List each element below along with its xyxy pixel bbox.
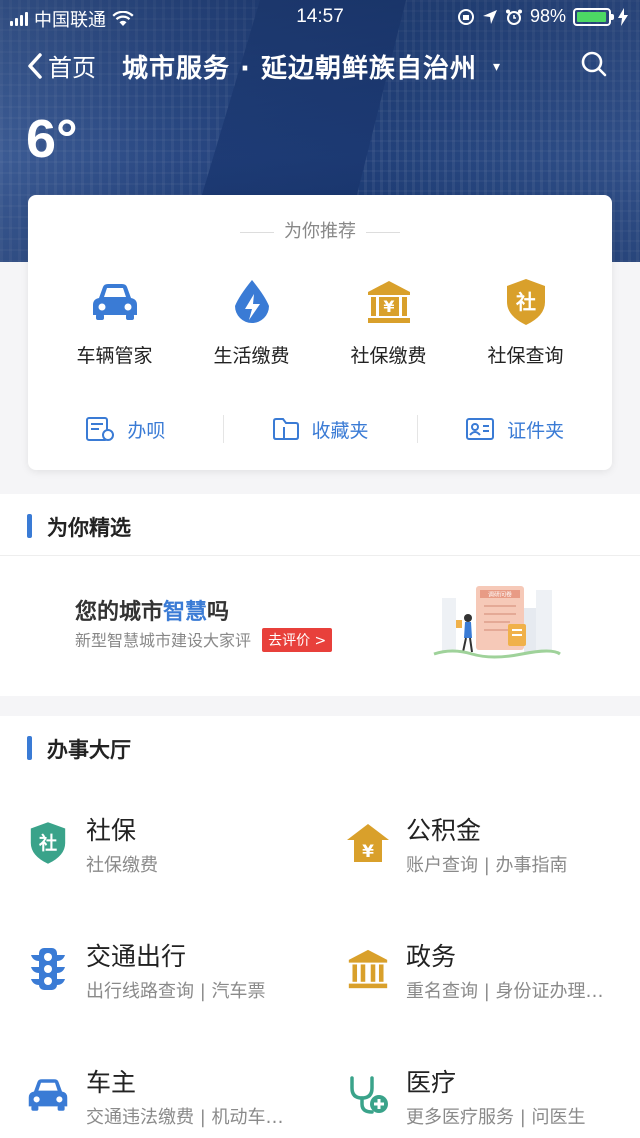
id-card-icon xyxy=(466,418,495,440)
shortcut-favorites[interactable]: 收藏夹 xyxy=(222,413,418,445)
service-medical[interactable]: 医疗 更多医疗服务 | 问医生 xyxy=(320,1029,640,1138)
featured-section-header: 为你精选 xyxy=(0,494,640,556)
charging-bolt-icon xyxy=(618,7,628,26)
page-title: 城市服务 · 延边朝鲜族自治州 xyxy=(122,54,477,84)
government-building-icon xyxy=(348,949,388,989)
battery-icon xyxy=(573,7,614,26)
car-icon xyxy=(28,1079,68,1111)
chevron-left-icon xyxy=(28,52,42,79)
quick-item-label: 生活缴费 xyxy=(213,345,290,367)
banner-title-highlight: 智慧 xyxy=(163,600,208,625)
shortcut-id-wallet[interactable]: 证件夹 xyxy=(417,413,612,445)
banner-title-prefix: 您的城市 xyxy=(75,600,164,625)
folder-icon xyxy=(272,418,299,440)
section-accent-bar xyxy=(27,514,32,538)
banner-subtitle: 新型智慧城市建设大家评 xyxy=(75,631,252,650)
service-name: 政务 xyxy=(406,942,457,971)
service-car-owner[interactable]: 车主 交通违法缴费 | 机动车… xyxy=(0,1029,320,1138)
service-government[interactable]: 政务 重名查询 | 身份证办理… xyxy=(320,903,640,1029)
status-bar: 中国联通 14:57 98% xyxy=(0,0,640,34)
featured-section-title: 为你精选 xyxy=(47,516,131,540)
shortcut-label: 收藏夹 xyxy=(311,419,369,442)
hall-section-header: 办事大厅 xyxy=(0,716,640,778)
shield-she-icon: 社 xyxy=(30,822,66,864)
house-yuan-icon: ¥ xyxy=(347,824,389,862)
she-glyph: 社 xyxy=(39,832,57,854)
recommend-card: 为你推荐 车辆管家 生活缴费 ¥ 社保缴费 社 社保查询 办呗 收藏夹 证件夹 xyxy=(28,195,612,470)
banner-title-suffix: 吗 xyxy=(207,600,230,625)
battery-percent: 98% xyxy=(529,6,566,26)
service-sub: 交通违法缴费 | 机动车… xyxy=(86,1107,284,1128)
bank-yuan-icon: ¥ xyxy=(367,281,410,323)
service-name: 社保 xyxy=(86,816,137,845)
section-accent-bar xyxy=(27,736,32,760)
quick-item-utilities[interactable]: 生活缴费 xyxy=(183,277,320,368)
questionnaire-label: 调研问卷 xyxy=(488,591,512,599)
back-label: 首页 xyxy=(48,54,96,82)
search-icon xyxy=(581,51,607,77)
service-name: 交通出行 xyxy=(86,942,187,971)
service-name: 医疗 xyxy=(406,1068,457,1097)
quick-item-label: 车辆管家 xyxy=(76,345,153,367)
service-sub: 账户查询 | 办事指南 xyxy=(406,855,568,876)
temperature: 6° xyxy=(26,109,78,169)
she-glyph: 社 xyxy=(515,290,536,314)
quick-item-social-query[interactable]: 社 社保查询 xyxy=(457,277,594,368)
recommend-header: 为你推荐 xyxy=(28,217,612,243)
city-selector[interactable]: 城市服务 · 延边朝鲜族自治州 ▾ xyxy=(122,48,501,85)
service-sub: 社保缴费 xyxy=(86,855,158,876)
quick-item-vehicle[interactable]: 车辆管家 xyxy=(46,277,183,368)
car-icon xyxy=(92,284,137,320)
shortcut-label: 证件夹 xyxy=(507,419,565,442)
shortcut-label: 办呗 xyxy=(127,419,166,442)
service-social-security[interactable]: 社 社保 社保缴费 xyxy=(0,777,320,903)
service-hall-grid: 社 社保 社保缴费 ¥ 公积金 账户查询 | 办事指南 交通出行 出行线路查询 … xyxy=(0,777,640,1138)
shortcut-banbei[interactable]: 办呗 xyxy=(28,413,223,445)
traffic-light-icon xyxy=(31,948,65,990)
service-sub: 出行线路查询 | 汽车票 xyxy=(86,981,266,1002)
quick-item-label: 社保查询 xyxy=(487,345,564,367)
service-transport[interactable]: 交通出行 出行线路查询 | 汽车票 xyxy=(0,903,320,1029)
caret-down-icon: ▾ xyxy=(492,58,502,75)
nav-bar: 首页 城市服务 · 延边朝鲜族自治州 ▾ xyxy=(0,44,640,88)
alarm-icon xyxy=(505,9,522,25)
hall-section-title: 办事大厅 xyxy=(47,738,131,762)
quick-item-social-pay[interactable]: ¥ 社保缴费 xyxy=(320,277,457,368)
search-button[interactable] xyxy=(580,50,608,82)
service-sub: 重名查询 | 身份证办理… xyxy=(406,981,604,1002)
service-housing-fund[interactable]: ¥ 公积金 账户查询 | 办事指南 xyxy=(320,777,640,903)
service-sub: 更多医疗服务 | 问医生 xyxy=(406,1107,586,1128)
evaluate-button[interactable]: 去评价 > xyxy=(262,628,333,652)
lightning-drop-icon xyxy=(234,280,269,323)
back-button[interactable]: 首页 xyxy=(26,48,96,83)
shield-she-icon: 社 xyxy=(506,279,545,325)
location-arrow-icon xyxy=(482,9,497,24)
banner-title: 您的城市智慧吗 xyxy=(75,594,229,626)
banner-subtitle-row: 新型智慧城市建设大家评 去评价 > xyxy=(75,627,333,652)
document-icon xyxy=(86,417,115,441)
rotation-lock-icon xyxy=(457,8,474,25)
survey-illustration: 调研问卷 xyxy=(433,586,561,659)
stethoscope-icon xyxy=(350,1076,388,1114)
survey-banner[interactable]: 您的城市智慧吗 新型智慧城市建设大家评 去评价 > 调研问卷 xyxy=(0,556,640,696)
quick-item-label: 社保缴费 xyxy=(350,345,427,367)
service-name: 公积金 xyxy=(406,816,482,845)
service-name: 车主 xyxy=(86,1068,137,1097)
yuan-glyph: ¥ xyxy=(362,842,374,862)
yuan-glyph: ¥ xyxy=(383,297,394,316)
